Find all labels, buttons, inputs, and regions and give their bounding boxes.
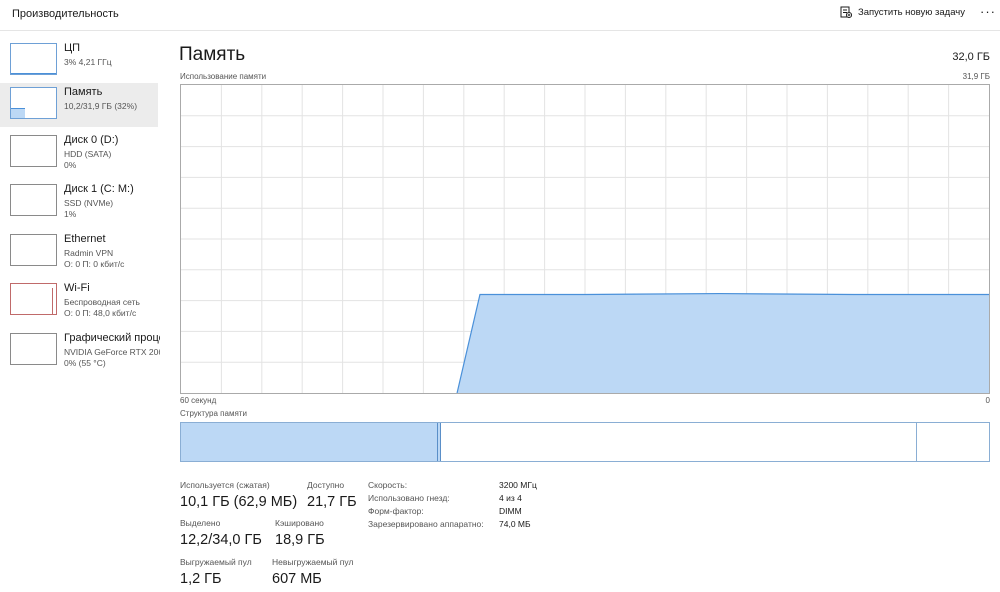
memory-mini-graph	[10, 87, 57, 119]
chart-title: Использование памяти	[180, 72, 267, 81]
memory-mini-graph-fill	[11, 108, 25, 118]
sidebar-item-name: Диск 1 (C: M:)	[64, 183, 134, 195]
hardware-reserved-label: Зарезервировано аппаратно:	[368, 519, 484, 529]
form-factor-label: Форм-фактор:	[368, 506, 424, 516]
sidebar-item-detail: 3% 4,21 ГГц	[64, 57, 112, 67]
available-value: 21,7 ГБ	[307, 494, 357, 510]
composition-free-segment[interactable]	[917, 423, 989, 461]
composition-standby-segment[interactable]	[441, 423, 917, 461]
memory-composition-title: Структура памяти	[180, 409, 247, 418]
sidebar-item-detail: HDD (SATA)	[64, 149, 112, 159]
ethernet-mini-graph	[10, 234, 57, 266]
cached-value: 18,9 ГБ	[275, 532, 325, 548]
sidebar-item-detail: Беспроводная сеть	[64, 297, 140, 307]
sidebar-item-name: Диск 0 (D:)	[64, 134, 119, 146]
disk-1-mini-graph	[10, 184, 57, 216]
run-task-icon	[840, 6, 852, 18]
chart-y-max-label: 31,9 ГБ	[962, 72, 990, 81]
cached-label: Кэшировано	[275, 518, 324, 528]
sidebar-item-detail-2: О: 0 П: 0 кбит/с	[64, 259, 125, 269]
sidebar-item-name: Wi-Fi	[64, 282, 90, 294]
form-factor-value: DIMM	[499, 506, 522, 516]
composition-in-use-segment[interactable]	[181, 423, 438, 461]
cpu-mini-graph-fill	[11, 73, 56, 74]
section-title: Память	[179, 44, 246, 65]
slots-used-label: Использовано гнезд:	[368, 493, 450, 503]
top-bar: Производительность Запустить новую задач…	[0, 0, 1000, 31]
sidebar-item-detail-2: 1%	[64, 209, 77, 219]
memory-total: 32,0 ГБ	[952, 51, 990, 63]
wifi-mini-graph-spike	[52, 288, 53, 314]
nonpaged-pool-value: 607 МБ	[272, 571, 322, 587]
committed-label: Выделено	[180, 518, 221, 528]
paged-pool-value: 1,2 ГБ	[180, 571, 222, 587]
chart-x-axis-end-label: 0	[985, 396, 990, 405]
memory-usage-area	[457, 293, 989, 393]
cpu-mini-graph	[10, 43, 57, 75]
sidebar-item-name: ЦП	[64, 42, 81, 54]
hardware-reserved-value: 74,0 МБ	[499, 519, 531, 529]
more-options-button[interactable]: ···	[980, 4, 996, 19]
sidebar-item-detail: NVIDIA GeForce RTX 2060	[64, 347, 160, 357]
sidebar-item-name: Память	[64, 86, 103, 98]
committed-value: 12,2/34,0 ГБ	[180, 532, 262, 548]
sidebar-item-wifi[interactable]: Wi-Fi Беспроводная сеть О: 0 П: 48,0 кби…	[0, 279, 158, 325]
sidebar-item-name: Ethernet	[64, 233, 106, 245]
sidebar-item-detail: Radmin VPN	[64, 248, 114, 258]
sidebar-item-detail: SSD (NVMe)	[64, 198, 114, 208]
disk-0-mini-graph	[10, 135, 57, 167]
sidebar-item-gpu[interactable]: Графический процессор 0 NVIDIA GeForce R…	[0, 329, 160, 375]
page-title: Производительность	[12, 8, 119, 20]
sidebar-item-detail: 10,2/31,9 ГБ (32%)	[64, 101, 138, 111]
run-new-task-button[interactable]: Запустить новую задачу	[840, 6, 965, 18]
wifi-mini-graph	[10, 283, 57, 315]
slots-used-value: 4 из 4	[499, 493, 522, 503]
available-label: Доступно	[307, 480, 345, 490]
speed-label: Скорость:	[368, 480, 408, 490]
sidebar-item-cpu[interactable]: ЦП 3% 4,21 ГГц	[0, 39, 158, 85]
nonpaged-pool-label: Невыгружаемый пул	[272, 557, 354, 567]
sidebar-item-disk-0[interactable]: Диск 0 (D:) HDD (SATA) 0%	[0, 131, 158, 177]
sidebar: ЦП 3% 4,21 ГГц Память 10,2/31,9 ГБ (32%)…	[0, 31, 162, 592]
sidebar-item-detail-2: 0%	[64, 160, 77, 170]
paged-pool-label: Выгружаемый пул	[180, 557, 252, 567]
in-use-value: 10,1 ГБ (62,9 МБ)	[180, 494, 298, 510]
memory-composition-bar	[180, 422, 990, 462]
sidebar-item-ethernet[interactable]: Ethernet Radmin VPN О: 0 П: 0 кбит/с	[0, 230, 158, 276]
sidebar-item-memory[interactable]: Память 10,2/31,9 ГБ (32%)	[0, 83, 158, 127]
speed-value: 3200 МГц	[499, 480, 537, 490]
memory-usage-chart	[180, 84, 990, 394]
sidebar-item-name: Графический процессор 0	[64, 332, 160, 344]
sidebar-item-disk-1[interactable]: Диск 1 (C: M:) SSD (NVMe) 1%	[0, 180, 158, 226]
sidebar-item-detail-2: О: 0 П: 48,0 кбит/с	[64, 308, 137, 318]
gpu-mini-graph	[10, 333, 57, 365]
run-new-task-label: Запустить новую задачу	[858, 6, 965, 18]
in-use-label: Используется (сжатая)	[180, 480, 270, 490]
sidebar-item-detail-2: 0% (55 °C)	[64, 358, 106, 368]
chart-x-axis-start-label: 60 секунд	[180, 396, 217, 405]
memory-usage-plot	[181, 85, 989, 393]
